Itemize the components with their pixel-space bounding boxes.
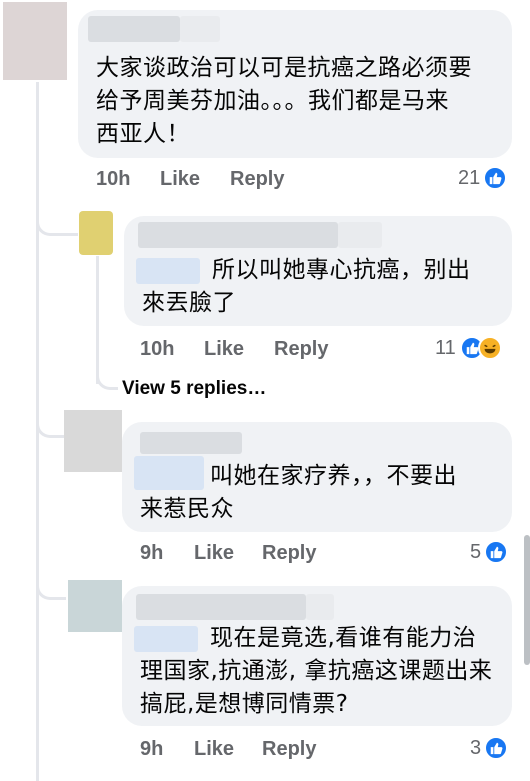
timestamp[interactable]: 9h — [140, 738, 163, 761]
thread-connector-reply-1 — [36, 200, 78, 236]
avatar[interactable] — [79, 211, 113, 255]
reaction-summary[interactable]: 3 — [470, 736, 509, 760]
reaction-summary[interactable]: 11 — [435, 336, 502, 360]
thread-connector-comment-4 — [36, 570, 66, 600]
thread-connector-view-replies — [96, 360, 118, 390]
like-button[interactable]: Like — [194, 738, 234, 761]
reaction-summary[interactable]: 5 — [470, 540, 509, 564]
reaction-summary[interactable]: 21 — [458, 166, 508, 190]
thread-connector-comment-3 — [36, 408, 66, 438]
commenter-name-redacted — [136, 594, 306, 620]
scrollbar[interactable] — [524, 535, 530, 665]
reply-button[interactable]: Reply — [262, 738, 316, 761]
commenter-name-redacted — [140, 432, 242, 454]
commenter-name-redacted — [306, 594, 334, 620]
comment-text: 叫她在家疗养，，不要出 来惹民众 — [140, 463, 457, 522]
avatar[interactable] — [64, 410, 122, 472]
comment-bubble: 叫她在家疗养，，不要出 来惹民众 — [122, 422, 512, 532]
haha-icon — [477, 336, 502, 360]
avatar[interactable] — [68, 580, 122, 632]
commenter-name-redacted — [180, 16, 220, 42]
commenter-name-redacted — [338, 222, 382, 248]
reply-button[interactable]: Reply — [274, 338, 328, 361]
timestamp[interactable]: 10h — [140, 338, 174, 361]
comment-bubble: 大家谈政治可以可是抗癌之路必须要 给予周美芬加油。。。我们都是马来 西亚人！ — [78, 10, 512, 158]
reply-button[interactable]: Reply — [262, 542, 316, 565]
like-icon — [484, 540, 509, 564]
like-button[interactable]: Like — [194, 542, 234, 565]
reaction-count: 3 — [470, 736, 482, 759]
comment-text: 所以叫她專心抗癌，别出 來丟臉了 — [142, 257, 471, 316]
reaction-count: 21 — [458, 166, 481, 189]
timestamp[interactable]: 9h — [140, 542, 163, 565]
reaction-count: 11 — [435, 336, 456, 359]
avatar[interactable] — [3, 2, 67, 80]
comment-text: 现在是竟选,看谁有能力治 理国家,抗通澎, 拿抗癌这课题出来 搞屁,是想博同情票… — [140, 625, 493, 717]
like-button[interactable]: Like — [204, 338, 244, 361]
commenter-name-redacted — [138, 222, 338, 248]
reaction-count: 5 — [470, 540, 482, 563]
comment-text: 大家谈政治可以可是抗癌之路必须要 给予周美芬加油。。。我们都是马来 西亚人！ — [96, 55, 472, 147]
commenter-name-redacted — [88, 16, 180, 42]
like-icon — [483, 166, 508, 190]
timestamp[interactable]: 10h — [96, 168, 130, 191]
view-replies-link[interactable]: View 5 replies… — [122, 378, 266, 400]
reply-button[interactable]: Reply — [230, 168, 284, 191]
comment-bubble: 现在是竟选,看谁有能力治 理国家,抗通澎, 拿抗癌这课题出来 搞屁,是想博同情票… — [122, 586, 512, 726]
like-button[interactable]: Like — [160, 168, 200, 191]
comment-bubble: 所以叫她專心抗癌，别出 來丟臉了 — [124, 216, 512, 326]
like-icon — [484, 736, 509, 760]
